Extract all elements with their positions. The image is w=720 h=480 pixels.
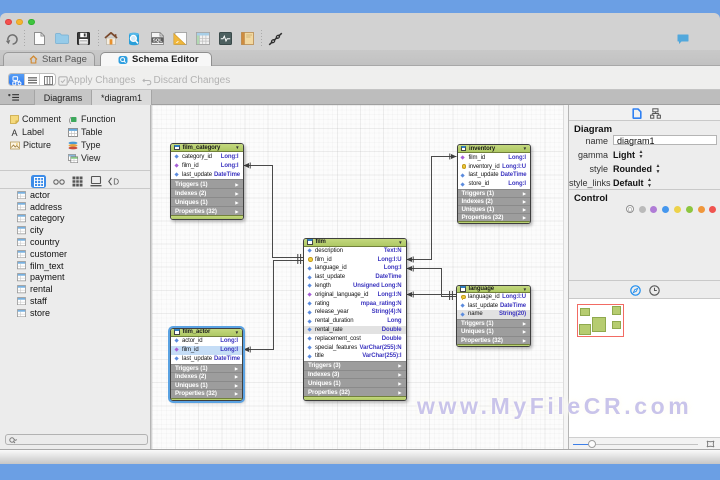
svg-text:SQL: SQL [152,38,162,43]
svg-text:A: A [11,128,17,137]
svg-text:D: D [113,178,119,186]
